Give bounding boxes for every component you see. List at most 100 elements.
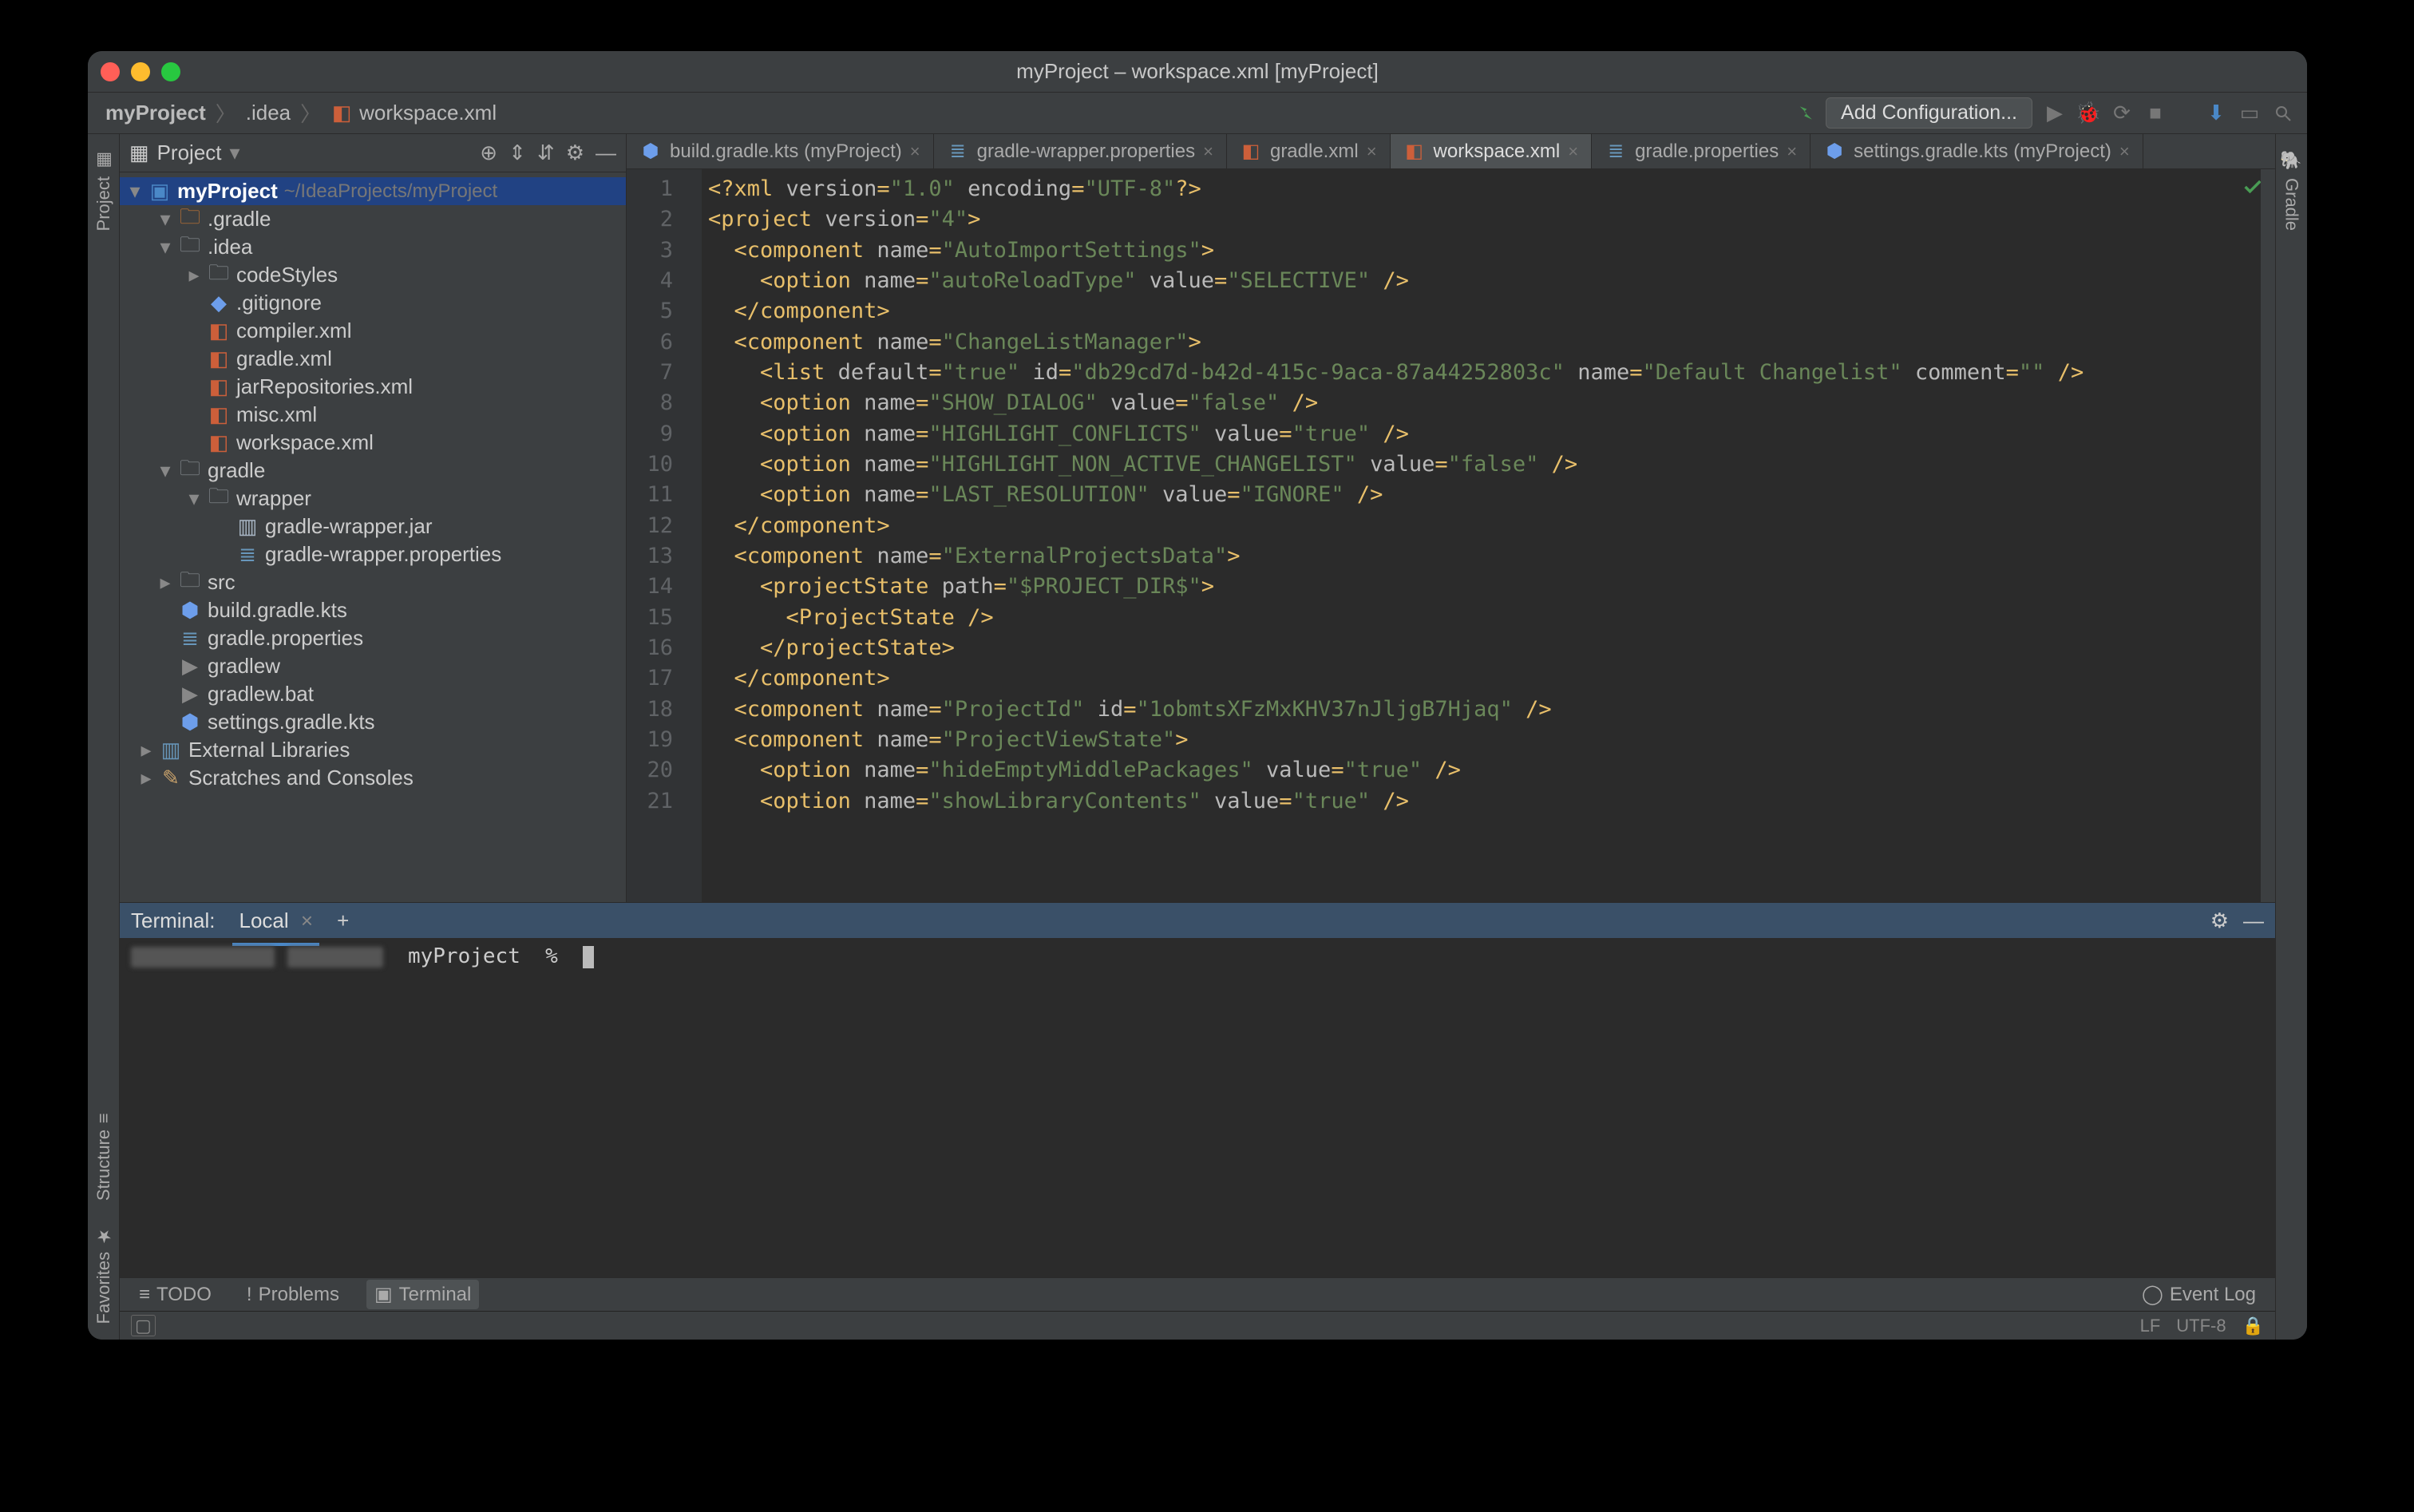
lock-icon[interactable]: 🔒 <box>2242 1316 2264 1336</box>
code-content[interactable]: <?xml version="1.0" encoding="UTF-8"?><p… <box>702 169 2275 902</box>
breadcrumb-item[interactable]: ◧ workspace.xml <box>326 97 501 129</box>
chevron-right-icon: 〉 <box>216 98 236 128</box>
add-configuration-button[interactable]: Add Configuration... <box>1826 97 2032 129</box>
project-tree[interactable]: ▾ ▣ myProject ~/IdeaProjects/myProject ▾… <box>120 172 626 902</box>
editor-tabs: ⬢build.gradle.kts (myProject)×≣gradle-wr… <box>627 134 2275 169</box>
fold-gutter[interactable] <box>683 169 702 902</box>
titlebar[interactable]: myProject – workspace.xml [myProject] <box>88 51 2307 93</box>
build-icon[interactable] <box>1792 102 1814 125</box>
bottom-tool-terminal[interactable]: ▣Terminal <box>366 1280 479 1309</box>
tool-favorites[interactable]: Favorites★ <box>93 1225 114 1324</box>
ide-window: myProject – workspace.xml [myProject] my… <box>88 51 2307 1340</box>
expand-all-icon[interactable]: ⇕ <box>509 141 526 165</box>
terminal-tab[interactable]: Local × <box>232 904 319 938</box>
tree-row[interactable]: ▶gradlew.bat <box>120 680 626 708</box>
breadcrumb-item[interactable]: .idea <box>241 97 295 129</box>
project-panel-header: ▦ Project ▾ ⊕ ⇕ ⇵ ⚙ — <box>120 134 626 172</box>
redacted-user <box>131 947 275 968</box>
editor-tab[interactable]: ◧workspace.xml× <box>1391 134 1593 168</box>
close-icon[interactable]: × <box>1568 141 1578 162</box>
editor[interactable]: 123456789101112131415161718192021 <?xml … <box>627 169 2275 902</box>
terminal-panel: Terminal: Local × + ⚙ — my <box>120 902 2275 1277</box>
redacted-host <box>287 947 383 968</box>
tree-row[interactable]: ▾🗀wrapper <box>120 485 626 513</box>
select-opened-file-icon[interactable]: ⊕ <box>480 141 497 165</box>
close-icon[interactable]: × <box>1787 141 1797 162</box>
tree-row[interactable]: ▶gradlew <box>120 652 626 680</box>
close-icon[interactable]: × <box>1203 141 1213 162</box>
editor-area: ⬢build.gradle.kts (myProject)×≣gradle-wr… <box>627 134 2275 902</box>
tree-row[interactable]: ⬢settings.gradle.kts <box>120 708 626 736</box>
tool-structure[interactable]: Structure≡ <box>93 1113 114 1201</box>
tree-row[interactable]: ◧compiler.xml <box>120 317 626 345</box>
hide-terminal-icon[interactable]: — <box>2243 908 2264 933</box>
coverage-icon[interactable]: ⟳ <box>2111 102 2133 125</box>
bottom-tool-todo[interactable]: ≡TODO <box>131 1280 220 1309</box>
tree-row[interactable]: ≣gradle.properties <box>120 624 626 652</box>
navbar: myProject 〉 .idea 〉 ◧ workspace.xml Add … <box>88 93 2307 134</box>
encoding-widget[interactable]: UTF-8 <box>2176 1316 2226 1336</box>
tree-row[interactable]: ◧jarRepositories.xml <box>120 373 626 401</box>
todo-icon: ≡ <box>139 1284 150 1306</box>
tool-gradle[interactable]: 🐘Gradle <box>2281 150 2302 231</box>
collapse-all-icon[interactable]: ⇵ <box>537 141 555 165</box>
tree-row[interactable]: ◧misc.xml <box>120 401 626 429</box>
project-panel-title: Project <box>157 141 222 165</box>
terminal-header: Terminal: Local × + ⚙ — <box>120 903 2275 938</box>
editor-tab[interactable]: ≣gradle-wrapper.properties× <box>934 134 1227 168</box>
terminal-title: Terminal: <box>131 908 215 933</box>
close-icon[interactable]: × <box>301 908 313 932</box>
event-log-icon: ◯ <box>2142 1283 2163 1306</box>
editor-scrollbar[interactable] <box>2261 169 2275 902</box>
status-hint-icon[interactable]: ▢ <box>131 1315 156 1336</box>
project-structure-icon[interactable]: ▭ <box>2238 102 2261 125</box>
project-panel: ▦ Project ▾ ⊕ ⇕ ⇵ ⚙ — <box>120 134 627 902</box>
run-icon[interactable]: ▶ <box>2044 102 2066 125</box>
tree-row[interactable]: ▸✎Scratches and Consoles <box>120 764 626 792</box>
gear-icon[interactable]: ⚙ <box>2210 908 2229 933</box>
breadcrumb-item[interactable]: myProject <box>101 97 211 129</box>
terminal-output[interactable]: myProject % <box>120 938 2275 1277</box>
chevron-right-icon: 〉 <box>300 98 321 128</box>
line-numbers-gutter: 123456789101112131415161718192021 <box>627 169 683 902</box>
terminal-cursor <box>583 946 594 968</box>
close-icon[interactable]: × <box>2119 141 2130 162</box>
tree-row[interactable]: ▥gradle-wrapper.jar <box>120 513 626 540</box>
close-icon[interactable]: × <box>910 141 920 162</box>
hide-panel-icon[interactable]: — <box>596 141 616 165</box>
xml-file-icon: ◧ <box>330 105 353 122</box>
tree-row[interactable]: ▾🗀.idea <box>120 233 626 261</box>
editor-tab[interactable]: ⬢build.gradle.kts (myProject)× <box>627 134 934 168</box>
add-terminal-button[interactable]: + <box>337 908 349 933</box>
close-icon[interactable]: × <box>1367 141 1377 162</box>
tree-row[interactable]: ◆.gitignore <box>120 289 626 317</box>
stop-icon[interactable]: ■ <box>2144 102 2167 125</box>
left-tool-stripe: Project▦ Structure≡ Favorites★ <box>88 134 120 1340</box>
navbar-tools: Add Configuration... ▶ 🐞 ⟳ ■ ⬇ ▭ <box>1792 97 2294 129</box>
search-everywhere-icon[interactable] <box>2272 102 2294 125</box>
dropdown-icon[interactable]: ▾ <box>230 141 240 165</box>
editor-tab[interactable]: ≣gradle.properties× <box>1592 134 1810 168</box>
status-bar: ▢ LF UTF-8 🔒 <box>120 1311 2275 1340</box>
terminal-icon: ▣ <box>374 1283 393 1306</box>
bottom-tool-problems[interactable]: !Problems <box>239 1280 347 1309</box>
module-icon: ▣ <box>148 183 171 200</box>
tree-row[interactable]: ▸▥External Libraries <box>120 736 626 764</box>
line-separator-widget[interactable]: LF <box>2140 1316 2161 1336</box>
editor-tab[interactable]: ⬢settings.gradle.kts (myProject)× <box>1810 134 2143 168</box>
tree-row[interactable]: ▸🗀src <box>120 568 626 596</box>
tree-row[interactable]: ▸🗀codeStyles <box>120 261 626 289</box>
bottom-tool-stripe: ≡TODO !Problems ▣Terminal ◯ Event Log <box>120 1277 2275 1311</box>
tree-row[interactable]: ⬢build.gradle.kts <box>120 596 626 624</box>
tree-row[interactable]: ▾🗀gradle <box>120 457 626 485</box>
debug-icon[interactable]: 🐞 <box>2077 102 2099 125</box>
gear-icon[interactable]: ⚙ <box>566 141 584 165</box>
right-tool-stripe: 🐘Gradle <box>2275 134 2307 1340</box>
tree-row[interactable]: ◧gradle.xml <box>120 345 626 373</box>
window-title: myProject – workspace.xml [myProject] <box>88 59 2307 84</box>
update-vcs-icon[interactable]: ⬇ <box>2205 102 2227 125</box>
event-log-button[interactable]: ◯ Event Log <box>2134 1280 2264 1309</box>
breadcrumb: myProject 〉 .idea 〉 ◧ workspace.xml <box>101 97 501 129</box>
tool-project[interactable]: Project▦ <box>93 150 114 231</box>
editor-tab[interactable]: ◧gradle.xml× <box>1227 134 1391 168</box>
